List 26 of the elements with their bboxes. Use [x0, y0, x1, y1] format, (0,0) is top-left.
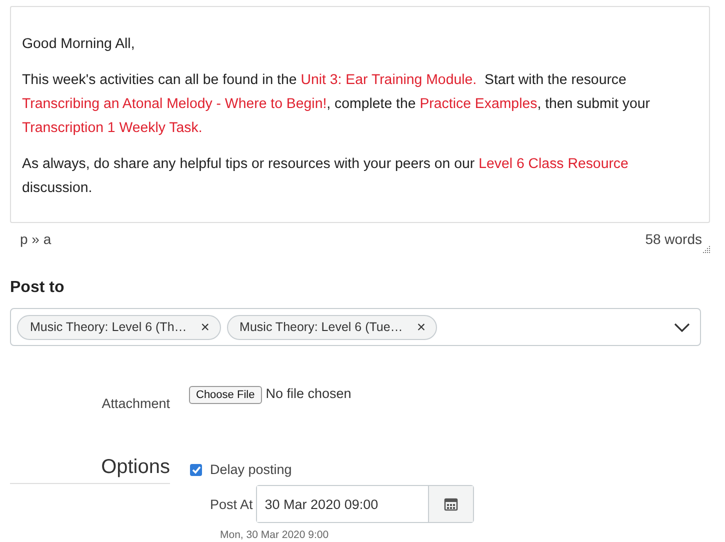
file-status: No file chosen [266, 386, 352, 401]
options-heading: Options [100, 456, 170, 479]
element-path: p » a [20, 231, 52, 247]
link[interactable]: Practice Examples [420, 96, 538, 112]
remove-tag-button[interactable]: × [416, 320, 426, 334]
chevron-down-icon[interactable] [674, 322, 690, 332]
link[interactable]: Transcription 1 Weekly Task. [22, 120, 202, 136]
link[interactable]: Level 6 Class Resource [478, 156, 628, 172]
delay-checkbox[interactable] [190, 464, 202, 476]
post-to-select[interactable]: Music Theory: Level 6 (Th… × Music Theory: Level 6 (Tue… × [10, 308, 701, 346]
link[interactable]: Unit 3: Ear Training Module. [300, 72, 477, 88]
post-to-label: Post to [10, 279, 66, 297]
attachment-label: Attachment [100, 395, 170, 411]
word-count: 58 words [645, 231, 702, 247]
remove-tag-button[interactable]: × [200, 320, 210, 334]
tag-label: Music Theory: Level 6 (Th… [30, 320, 187, 334]
paragraph: Good Morning All, [22, 35, 136, 54]
date-hint: Mon, 30 Mar 2020 9:00 [220, 529, 330, 541]
editor-area[interactable] [10, 6, 710, 223]
paragraph: As always, do share any helpful tips or resources with your peers on our Level 6 Class Resource discussion. [22, 155, 630, 198]
choose-file-button[interactable]: Choose File [189, 386, 262, 404]
paragraph: This week's activities can all be found in the Unit 3: Ear Training Module. Start with the resource Transcribing an Atonal Melody - Where to Begin!, complete the Practice Examples, then submit your Transcription 1 Weekly Task. [22, 71, 651, 138]
tag-label: Music Theory: Level 6 (Tue… [240, 320, 403, 334]
delay-label: Delay posting [210, 462, 292, 477]
post-at-label: Post At [210, 496, 253, 512]
link[interactable]: Transcribing an Atonal Melody - Where to Begin! [22, 96, 327, 112]
